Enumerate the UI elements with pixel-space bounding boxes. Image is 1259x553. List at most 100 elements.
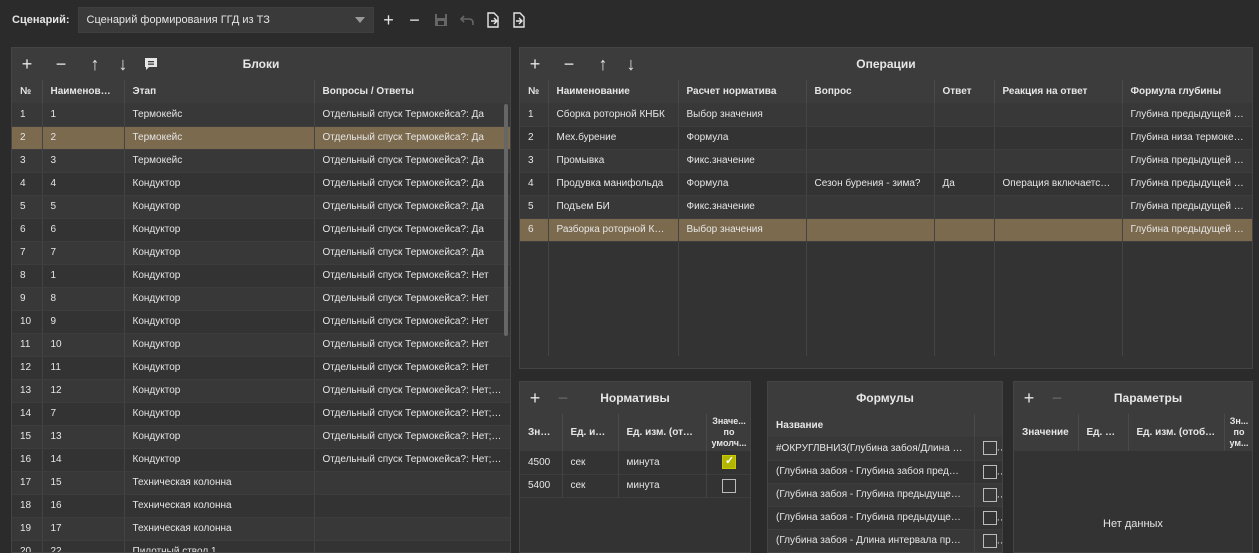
- arrow-down-icon[interactable]: ↓: [620, 53, 642, 75]
- table-cell: 3: [42, 149, 125, 173]
- chevron-down-icon[interactable]: [354, 17, 365, 23]
- default-checkbox[interactable]: [722, 454, 736, 470]
- export-icon[interactable]: [508, 7, 530, 33]
- table-row[interactable]: 4 Продувка манифольда Формула Сезон бурения…: [520, 172, 1252, 196]
- table-row[interactable]: 1 Сборка роторной КНБК Выбор значения Глуби…: [520, 103, 1252, 127]
- table-row[interactable]: 17 15 Техническая колонна: [12, 471, 510, 495]
- parameters-column-header[interactable]: Зн... по ум...: [1224, 414, 1252, 451]
- table-cell: Отдельный спуск Термокейса?: Нет: [314, 333, 510, 357]
- table-cell: Формула: [678, 172, 807, 196]
- table-cell: 14: [42, 448, 125, 472]
- table-row[interactable]: 5400 сек минута: [520, 474, 750, 498]
- table-cell: Отдельный спуск Термокейса?: Нет; П...: [314, 402, 510, 426]
- add-icon[interactable]: +: [524, 53, 546, 75]
- table-row[interactable]: (Глубина забоя - Глубина предыдущей оп..…: [768, 506, 1002, 530]
- operations-column-header[interactable]: Ответ: [934, 80, 995, 103]
- formula-checkbox[interactable]: [982, 510, 997, 525]
- table-row[interactable]: 6 Разборка роторной КНБК Выбор значения Глу…: [520, 218, 1252, 242]
- table-row[interactable]: 12 11 Кондуктор Отдельный спуск Термокейса?…: [12, 356, 510, 380]
- table-row[interactable]: 3 Промывка Фикс.значение Глубина предыдущей…: [520, 149, 1252, 173]
- arrow-down-icon[interactable]: ↓: [112, 53, 134, 75]
- table-row[interactable]: 14 7 Кондуктор Отдельный спуск Термокейса?:…: [12, 402, 510, 426]
- table-cell: Пилотный ствол 1: [124, 540, 315, 552]
- table-row[interactable]: 3 3 Термокейс Отдельный спуск Термокейса?: …: [12, 149, 510, 173]
- remove-icon[interactable]: −: [50, 53, 72, 75]
- formulas-title: Формулы: [856, 391, 914, 405]
- table-row[interactable]: 11 10 Кондуктор Отдельный спуск Термокейса?…: [12, 333, 510, 357]
- table-row[interactable]: 18 16 Техническая колонна: [12, 494, 510, 518]
- table-row[interactable]: 4 4 Кондуктор Отдельный спуск Термокейса?: …: [12, 172, 510, 196]
- table-row[interactable]: (Глубина забоя - Глубина предыдущей оп..…: [768, 483, 1002, 507]
- remove-icon[interactable]: −: [1046, 387, 1068, 409]
- arrow-up-icon[interactable]: ↑: [84, 53, 106, 75]
- table-row[interactable]: 20 22 Пилотный ствол 1: [12, 540, 510, 552]
- remove-icon[interactable]: −: [552, 387, 574, 409]
- operations-column-header[interactable]: Формула глубины: [1122, 80, 1252, 103]
- table-row[interactable]: 7 7 Кондуктор Отдельный спуск Термокейса?: …: [12, 241, 510, 265]
- table-row[interactable]: #ОКРУГЛВНИЗ(Глубина забоя/Длина тру...: [768, 437, 1002, 461]
- blocks-scrollbar[interactable]: [504, 104, 508, 336]
- table-row[interactable]: 19 17 Техническая колонна: [12, 517, 510, 541]
- table-row[interactable]: 5 Подъем БИ Фикс.значение Глубина предыдуще…: [520, 195, 1252, 219]
- formula-checkbox[interactable]: [982, 533, 997, 548]
- table-cell: Термокейс: [124, 126, 315, 150]
- formula-checkbox[interactable]: [982, 464, 997, 479]
- normatives-column-header[interactable]: Значе... по умолч...: [706, 414, 750, 451]
- save-icon[interactable]: [430, 7, 452, 33]
- blocks-column-header[interactable]: Вопросы / Ответы: [314, 80, 510, 103]
- table-row[interactable]: 15 13 Кондуктор Отдельный спуск Термокейса?…: [12, 425, 510, 449]
- table-cell: Отдельный спуск Термокейса?: Да: [314, 126, 510, 150]
- table-row[interactable]: 2 2 Термокейс Отдельный спуск Термокейса?: …: [12, 126, 510, 150]
- blocks-column-header[interactable]: №: [12, 80, 43, 103]
- parameters-column-header[interactable]: Ед. изм. (отобр.): [1128, 414, 1225, 451]
- table-cell: 6: [42, 218, 125, 242]
- default-checkbox[interactable]: [722, 478, 736, 493]
- blocks-column-header[interactable]: Наименование: [42, 80, 125, 103]
- blocks-column-header[interactable]: Этап: [124, 80, 315, 103]
- remove-scenario-icon[interactable]: −: [404, 7, 426, 33]
- table-cell: [934, 241, 995, 264]
- normatives-column-header[interactable]: Значе...: [520, 414, 563, 451]
- add-icon[interactable]: +: [16, 53, 38, 75]
- table-row[interactable]: 9 8 Кондуктор Отдельный спуск Термокейса?: …: [12, 287, 510, 311]
- table-cell: [974, 529, 1002, 552]
- operations-column-header[interactable]: №: [520, 80, 549, 103]
- undo-icon[interactable]: [456, 7, 478, 33]
- parameters-column-header[interactable]: Значение: [1014, 414, 1079, 451]
- table-row[interactable]: 6 6 Кондуктор Отдельный спуск Термокейса?: …: [12, 218, 510, 242]
- formulas-column-header[interactable]: Название: [768, 414, 975, 437]
- remove-icon[interactable]: −: [558, 53, 580, 75]
- table-cell: 4: [12, 172, 43, 196]
- operations-column-header[interactable]: Вопрос: [806, 80, 935, 103]
- comment-icon[interactable]: [140, 53, 162, 75]
- normatives-column-header[interactable]: Ед. изм. (отоб.): [618, 414, 707, 451]
- table-row[interactable]: 8 1 Кондуктор Отдельный спуск Термокейса?: …: [12, 264, 510, 288]
- add-icon[interactable]: +: [524, 387, 546, 409]
- operations-column-header[interactable]: Наименование: [548, 80, 679, 103]
- operations-column-header[interactable]: Реакция на ответ: [994, 80, 1123, 103]
- table-row[interactable]: 1 1 Термокейс Отдельный спуск Термокейса?: …: [12, 103, 510, 127]
- table-row[interactable]: 4500 сек минута: [520, 451, 750, 475]
- add-icon[interactable]: +: [1018, 387, 1040, 409]
- table-cell: [1122, 310, 1252, 333]
- scenario-select[interactable]: Сценарий формирования ГГД из ТЗ: [77, 7, 374, 33]
- table-row[interactable]: 2 Мех.бурение Формула Глубина низа термокей…: [520, 126, 1252, 150]
- formulas-panel: Формулы Название #ОКРУГЛВНИЗ(Глубина заб…: [767, 381, 1003, 553]
- operations-column-header[interactable]: Расчет норматива: [678, 80, 807, 103]
- table-row[interactable]: 5 5 Кондуктор Отдельный спуск Термокейса?: …: [12, 195, 510, 219]
- normatives-column-header[interactable]: Ед. изм.: [562, 414, 619, 451]
- formula-checkbox[interactable]: [982, 487, 997, 502]
- table-row[interactable]: (Глубина забоя - Длина интервала прора..…: [768, 529, 1002, 552]
- table-row[interactable]: 10 9 Кондуктор Отдельный спуск Термокейса?:…: [12, 310, 510, 334]
- import-icon[interactable]: [482, 7, 504, 33]
- parameters-column-header[interactable]: Ед. изм.: [1078, 414, 1129, 451]
- table-cell: Промывка: [548, 149, 679, 173]
- table-row[interactable]: 16 14 Кондуктор Отдельный спуск Термокейса?…: [12, 448, 510, 472]
- add-scenario-icon[interactable]: +: [378, 7, 400, 33]
- table-cell: 4: [520, 172, 549, 196]
- arrow-up-icon[interactable]: ↑: [592, 53, 614, 75]
- formula-checkbox[interactable]: [982, 441, 997, 456]
- table-row[interactable]: 13 12 Кондуктор Отдельный спуск Термокейса?…: [12, 379, 510, 403]
- formulas-column-header[interactable]: [974, 414, 1002, 437]
- table-row[interactable]: (Глубина забоя - Глубина забоя предыду..…: [768, 460, 1002, 484]
